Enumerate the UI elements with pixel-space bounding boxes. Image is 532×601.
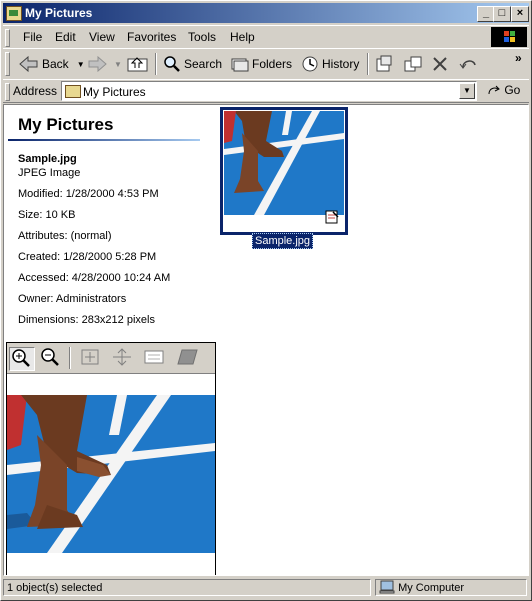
search-button[interactable]: Search — [163, 53, 222, 75]
thumbnail-frame[interactable] — [220, 107, 348, 235]
menu-bar: File Edit View Favorites Tools Help — [3, 25, 529, 49]
zoom-in-button[interactable] — [9, 347, 35, 371]
image-preview-button[interactable] — [173, 347, 198, 369]
image-preview-panel — [6, 342, 216, 575]
forward-dropdown-icon[interactable]: ▼ — [114, 60, 122, 69]
menu-edit[interactable]: Edit — [55, 30, 76, 44]
toolbar-separator — [155, 53, 157, 75]
history-button[interactable]: History — [301, 53, 359, 75]
folders-icon — [231, 58, 249, 72]
my-computer-icon — [379, 580, 395, 594]
go-button-label: Go — [504, 83, 521, 97]
menu-bar-grip[interactable] — [5, 29, 10, 47]
status-zone-text: My Computer — [398, 582, 465, 594]
search-button-label: Search — [184, 57, 223, 71]
back-button[interactable]: Back ▼ — [19, 53, 85, 75]
folder-heading: My Pictures — [18, 115, 114, 134]
file-created: Created: 1/28/2000 5:28 PM — [18, 251, 157, 263]
zoom-in-icon — [12, 349, 30, 367]
file-modified: Modified: 1/28/2000 4:53 PM — [18, 188, 159, 200]
back-button-label: Back — [42, 57, 69, 71]
folders-button[interactable]: Folders — [231, 53, 292, 75]
address-bar: Address My Pictures ▼ Go — [3, 79, 529, 103]
file-attributes: Attributes: (normal) — [18, 230, 112, 242]
menu-tools[interactable]: Tools — [188, 30, 216, 44]
maximize-button[interactable]: □ — [493, 6, 511, 22]
toolbar-separator — [367, 53, 369, 75]
history-button-label: History — [322, 57, 360, 71]
status-bar: 1 object(s) selected My Computer — [3, 578, 529, 598]
folder-content-pane[interactable]: My Pictures Sample.jpg JPEG Image Modifi… — [3, 104, 529, 576]
history-icon — [302, 56, 318, 72]
actual-size-icon — [113, 348, 131, 366]
preview-image — [7, 395, 215, 553]
forward-arrow-icon — [88, 56, 107, 72]
folders-button-label: Folders — [252, 57, 293, 71]
undo-button[interactable] — [459, 53, 479, 75]
up-folder-icon — [127, 57, 148, 72]
delete-button[interactable] — [431, 53, 449, 75]
thumbnail-label[interactable]: Sample.jpg — [252, 233, 314, 249]
address-label: Address — [13, 84, 58, 98]
image-preview-icon — [177, 349, 198, 365]
explorer-window: My Pictures _ □ × File Edit View Favorit… — [0, 0, 532, 601]
address-value[interactable]: My Pictures — [83, 85, 146, 99]
go-button[interactable]: Go — [487, 83, 520, 97]
folder-pictures-icon — [6, 6, 22, 21]
folder-icon — [65, 85, 81, 98]
menu-view[interactable]: View — [89, 30, 115, 44]
up-folder-button[interactable] — [127, 53, 149, 75]
file-size: Size: 10 KB — [18, 209, 76, 221]
back-dropdown-icon[interactable]: ▼ — [77, 60, 85, 69]
file-accessed: Accessed: 4/28/2000 10:24 AM — [18, 272, 171, 284]
move-to-button[interactable] — [375, 53, 395, 75]
actual-size-button[interactable] — [111, 347, 135, 369]
status-zone-pane: My Computer — [375, 579, 527, 596]
search-icon — [164, 56, 180, 72]
toolbar-overflow-chevron[interactable]: » — [515, 51, 522, 65]
menu-help[interactable]: Help — [230, 30, 255, 44]
best-fit-icon — [81, 349, 99, 365]
menu-favorites[interactable]: Favorites — [127, 30, 176, 44]
file-owner: Owner: Administrators — [18, 293, 127, 305]
heading-divider — [8, 139, 200, 141]
selected-file-name: Sample.jpg — [18, 153, 77, 165]
copy-to-icon — [404, 56, 422, 72]
delete-icon — [433, 57, 447, 71]
best-fit-button[interactable] — [79, 347, 103, 369]
undo-icon — [459, 60, 476, 69]
file-thumbnail-sample-jpg[interactable]: Sample.jpg — [220, 107, 348, 249]
preview-toolbar-separator — [69, 347, 71, 369]
window-title: My Pictures — [25, 6, 93, 20]
move-to-icon — [376, 55, 392, 72]
toolbar-grip[interactable] — [5, 52, 10, 76]
address-dropdown-icon[interactable]: ▼ — [459, 83, 475, 99]
zoom-out-button[interactable] — [39, 347, 63, 369]
copy-to-button[interactable] — [403, 53, 423, 75]
go-arrow-icon — [488, 85, 500, 95]
address-bar-grip[interactable] — [5, 83, 10, 101]
menu-file[interactable]: File — [23, 30, 42, 44]
windows-logo-icon — [491, 27, 527, 47]
standard-toolbar: Back ▼ ▼ Search Folders History » — [3, 48, 529, 80]
title-bar[interactable]: My Pictures _ □ × — [3, 3, 529, 23]
slideshow-button[interactable] — [143, 347, 167, 369]
status-selection-text: 1 object(s) selected — [3, 579, 371, 596]
address-input[interactable]: My Pictures ▼ — [61, 81, 477, 101]
slideshow-icon — [144, 350, 164, 364]
back-arrow-icon — [19, 56, 38, 72]
image-file-badge-icon — [325, 210, 339, 224]
preview-toolbar — [7, 343, 215, 374]
selected-file-type: JPEG Image — [18, 167, 81, 179]
thumbnail-image — [224, 111, 344, 215]
close-button[interactable]: × — [511, 6, 529, 22]
forward-button[interactable]: ▼ — [87, 53, 122, 75]
zoom-out-icon — [41, 348, 59, 366]
file-dimensions: Dimensions: 283x212 pixels — [18, 314, 155, 326]
